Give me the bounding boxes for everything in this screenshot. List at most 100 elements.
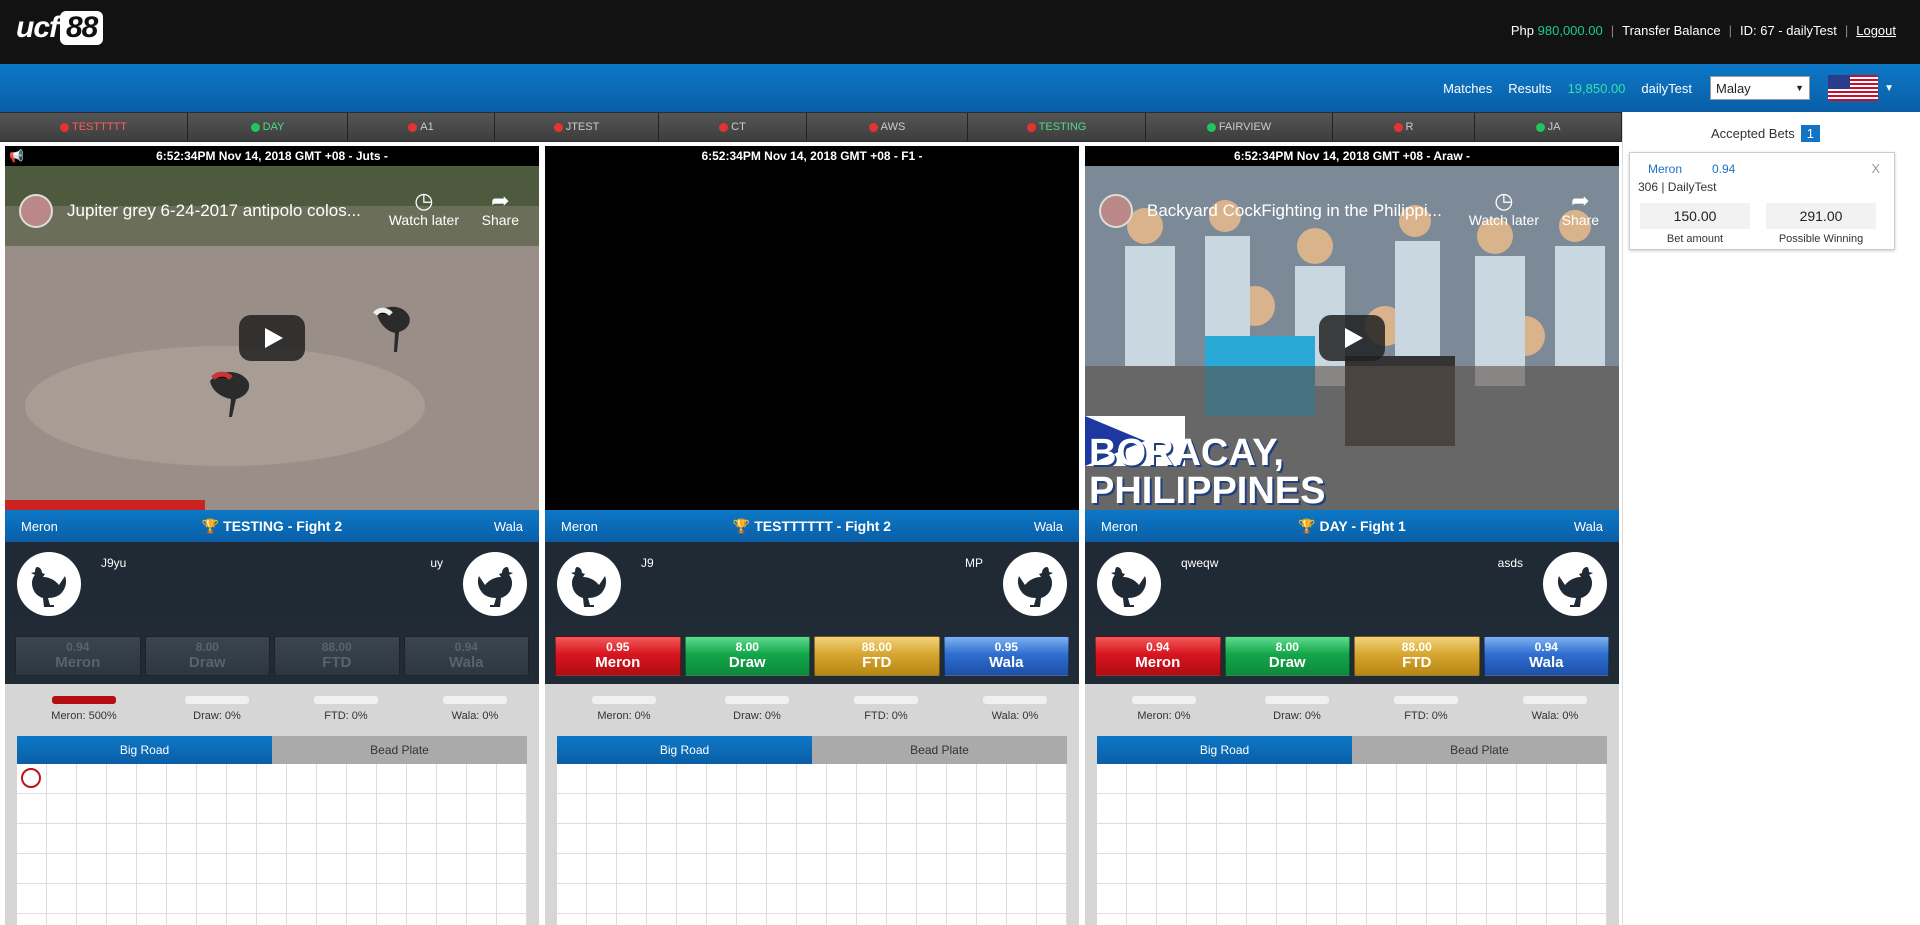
meron-stat: Meron: 500% xyxy=(29,696,139,722)
meron-fighter-name: J9 xyxy=(641,556,654,570)
bet-odds: 0.94 xyxy=(1712,162,1736,176)
stat-bar xyxy=(725,696,789,704)
tab-label: A1 xyxy=(420,121,434,133)
play-icon[interactable] xyxy=(239,315,305,361)
odds-label: Wala xyxy=(449,654,484,671)
share-button[interactable]: ➦ Share xyxy=(1562,190,1599,229)
arena-tabs: TESTTTTT DAY A1 JTEST CT AWS TESTING FAIRVIEW R J… xyxy=(0,112,1622,142)
fight-header: Meron 🏆 DAY - Fight 1 Wala xyxy=(1085,510,1619,542)
video-title[interactable]: Backyard CockFighting in the Philippi... xyxy=(1099,194,1469,228)
megaphone-icon: 📢 xyxy=(9,149,24,163)
nav-bar: Matches Results 19,850.00 dailyTest Mala… xyxy=(0,64,1920,112)
tab-big-road[interactable]: Big Road xyxy=(1097,736,1352,764)
tab-fairview[interactable]: FAIRVIEW xyxy=(1146,113,1333,141)
odds-value: 88.00 xyxy=(1401,640,1432,654)
fight-panel: 6:52:34PM Nov 14, 2018 GMT +08 - F1 - Mer… xyxy=(545,146,1079,925)
fighters-row: J9 MP xyxy=(545,542,1079,622)
meron-odds-button[interactable]: 0.95 Meron xyxy=(555,636,681,676)
channel-avatar[interactable] xyxy=(1099,194,1133,228)
stat-label: Meron: 0% xyxy=(1137,710,1191,722)
tab-a1[interactable]: A1 xyxy=(348,113,495,141)
status-dot-icon xyxy=(60,122,69,132)
fight-title: TESTTTTTT - Fight 2 xyxy=(754,518,892,534)
tab-big-road[interactable]: Big Road xyxy=(557,736,812,764)
overlay-line-2: PHILIPPINES xyxy=(1089,470,1326,510)
watch-later-button[interactable]: ◷ Watch later xyxy=(388,188,459,229)
tab-ja[interactable]: JA xyxy=(1475,113,1622,141)
status-dot-icon xyxy=(1535,122,1545,132)
ftd-odds-button[interactable]: 88.00 FTD xyxy=(814,636,940,676)
us-flag-icon[interactable]: ▼ xyxy=(1828,75,1894,101)
ftd-stat: FTD: 0% xyxy=(291,696,401,722)
stat-label: Meron: 500% xyxy=(51,710,117,722)
meron-odds-button[interactable]: 0.94 Meron xyxy=(1095,636,1221,676)
language-value: Malay xyxy=(1716,80,1751,96)
draw-odds-button[interactable]: 8.00 Draw xyxy=(1224,636,1350,676)
stat-bar xyxy=(1394,696,1458,704)
video-title-text: Backyard CockFighting in the Philippi... xyxy=(1147,201,1442,220)
tab-r[interactable]: R xyxy=(1333,113,1475,141)
tab-label: JTEST xyxy=(565,121,600,133)
share-button[interactable]: ➦ Share xyxy=(482,190,519,229)
video-title[interactable]: Jupiter grey 6-24-2017 antipolo colos... xyxy=(19,194,389,228)
video-player[interactable]: Jupiter grey 6-24-2017 antipolo colos...… xyxy=(5,166,539,510)
logout-link[interactable]: Logout xyxy=(1856,23,1896,38)
trophy-icon: 🏆 xyxy=(732,518,751,534)
tab-bead-plate[interactable]: Bead Plate xyxy=(272,736,527,764)
tab-testtttt[interactable]: TESTTTTT xyxy=(0,113,188,141)
trophy-icon: 🏆 xyxy=(201,518,220,534)
fight-panel: 6:52:34PM Nov 14, 2018 GMT +08 - Juts - 📢… xyxy=(5,146,539,925)
road-tabs: Big Road Bead Plate xyxy=(1097,736,1607,764)
watch-later-label: Watch later xyxy=(388,212,459,228)
tab-big-road[interactable]: Big Road xyxy=(17,736,272,764)
main-content: 6:52:34PM Nov 14, 2018 GMT +08 - Juts - 📢… xyxy=(0,142,1622,925)
nav-results[interactable]: Results xyxy=(1508,81,1551,96)
draw-odds-button[interactable]: 8.00 Draw xyxy=(144,636,270,676)
ftd-odds-button[interactable]: 88.00 FTD xyxy=(1354,636,1480,676)
play-icon[interactable] xyxy=(1319,315,1385,361)
channel-avatar[interactable] xyxy=(19,194,53,228)
nav-matches[interactable]: Matches xyxy=(1443,81,1492,96)
ftd-odds-button[interactable]: 88.00 FTD xyxy=(274,636,400,676)
clock-icon: ◷ xyxy=(414,188,434,213)
video-player[interactable]: Backyard CockFighting in the Philippi...… xyxy=(1085,166,1619,510)
fight-title: TESTING - Fight 2 xyxy=(223,518,343,534)
wala-fighter-name: asds xyxy=(1497,556,1523,570)
tab-label: JA xyxy=(1547,121,1561,133)
possible-winning-label: Possible Winning xyxy=(1778,233,1864,245)
credit-value: 19,850.00 xyxy=(1567,80,1626,96)
draw-odds-button[interactable]: 8.00 Draw xyxy=(684,636,810,676)
tab-label: DAY xyxy=(262,121,285,133)
wala-odds-button[interactable]: 0.95 Wala xyxy=(943,636,1069,676)
transfer-balance-link[interactable]: Transfer Balance xyxy=(1622,23,1721,38)
stat-bar xyxy=(854,696,918,704)
tab-ct[interactable]: CT xyxy=(659,113,807,141)
close-icon[interactable]: X xyxy=(1871,161,1880,176)
divider: | xyxy=(1728,23,1733,38)
ftd-stat: FTD: 0% xyxy=(831,696,941,722)
tab-bead-plate[interactable]: Bead Plate xyxy=(812,736,1067,764)
status-dot-icon xyxy=(553,122,563,132)
language-select[interactable]: Malay ▼ xyxy=(1710,76,1810,100)
watch-later-button[interactable]: ◷ Watch later xyxy=(1469,190,1539,229)
tab-label: R xyxy=(1405,121,1414,133)
meron-odds-button[interactable]: 0.94 Meron xyxy=(15,636,141,676)
tab-bead-plate[interactable]: Bead Plate xyxy=(1352,736,1607,764)
fight-header: Meron 🏆 TESTTTTTT - Fight 2 Wala xyxy=(545,510,1079,542)
video-player[interactable] xyxy=(545,166,1079,510)
tab-label: TESTTTTT xyxy=(72,121,127,133)
wala-rooster-icon xyxy=(463,552,527,616)
nav-menu: Matches Results 19,850.00 dailyTest Mala… xyxy=(1427,64,1894,112)
wala-odds-button[interactable]: 0.94 Wala xyxy=(403,636,529,676)
tab-jtest[interactable]: JTEST xyxy=(495,113,659,141)
tab-aws[interactable]: AWS xyxy=(807,113,968,141)
odds-value: 0.94 xyxy=(1146,640,1170,654)
possible-winning-value: 291.00 xyxy=(1766,203,1876,229)
logo[interactable]: ucf 88 xyxy=(16,10,104,46)
wala-label: Wala xyxy=(1573,519,1603,534)
accepted-bets-title: Accepted Bets xyxy=(1710,125,1795,141)
wala-odds-button[interactable]: 0.94 Wala xyxy=(1483,636,1609,676)
tab-day[interactable]: DAY xyxy=(188,113,348,141)
tab-testing[interactable]: TESTING xyxy=(968,113,1146,141)
stat-label: Wala: 0% xyxy=(991,710,1039,722)
